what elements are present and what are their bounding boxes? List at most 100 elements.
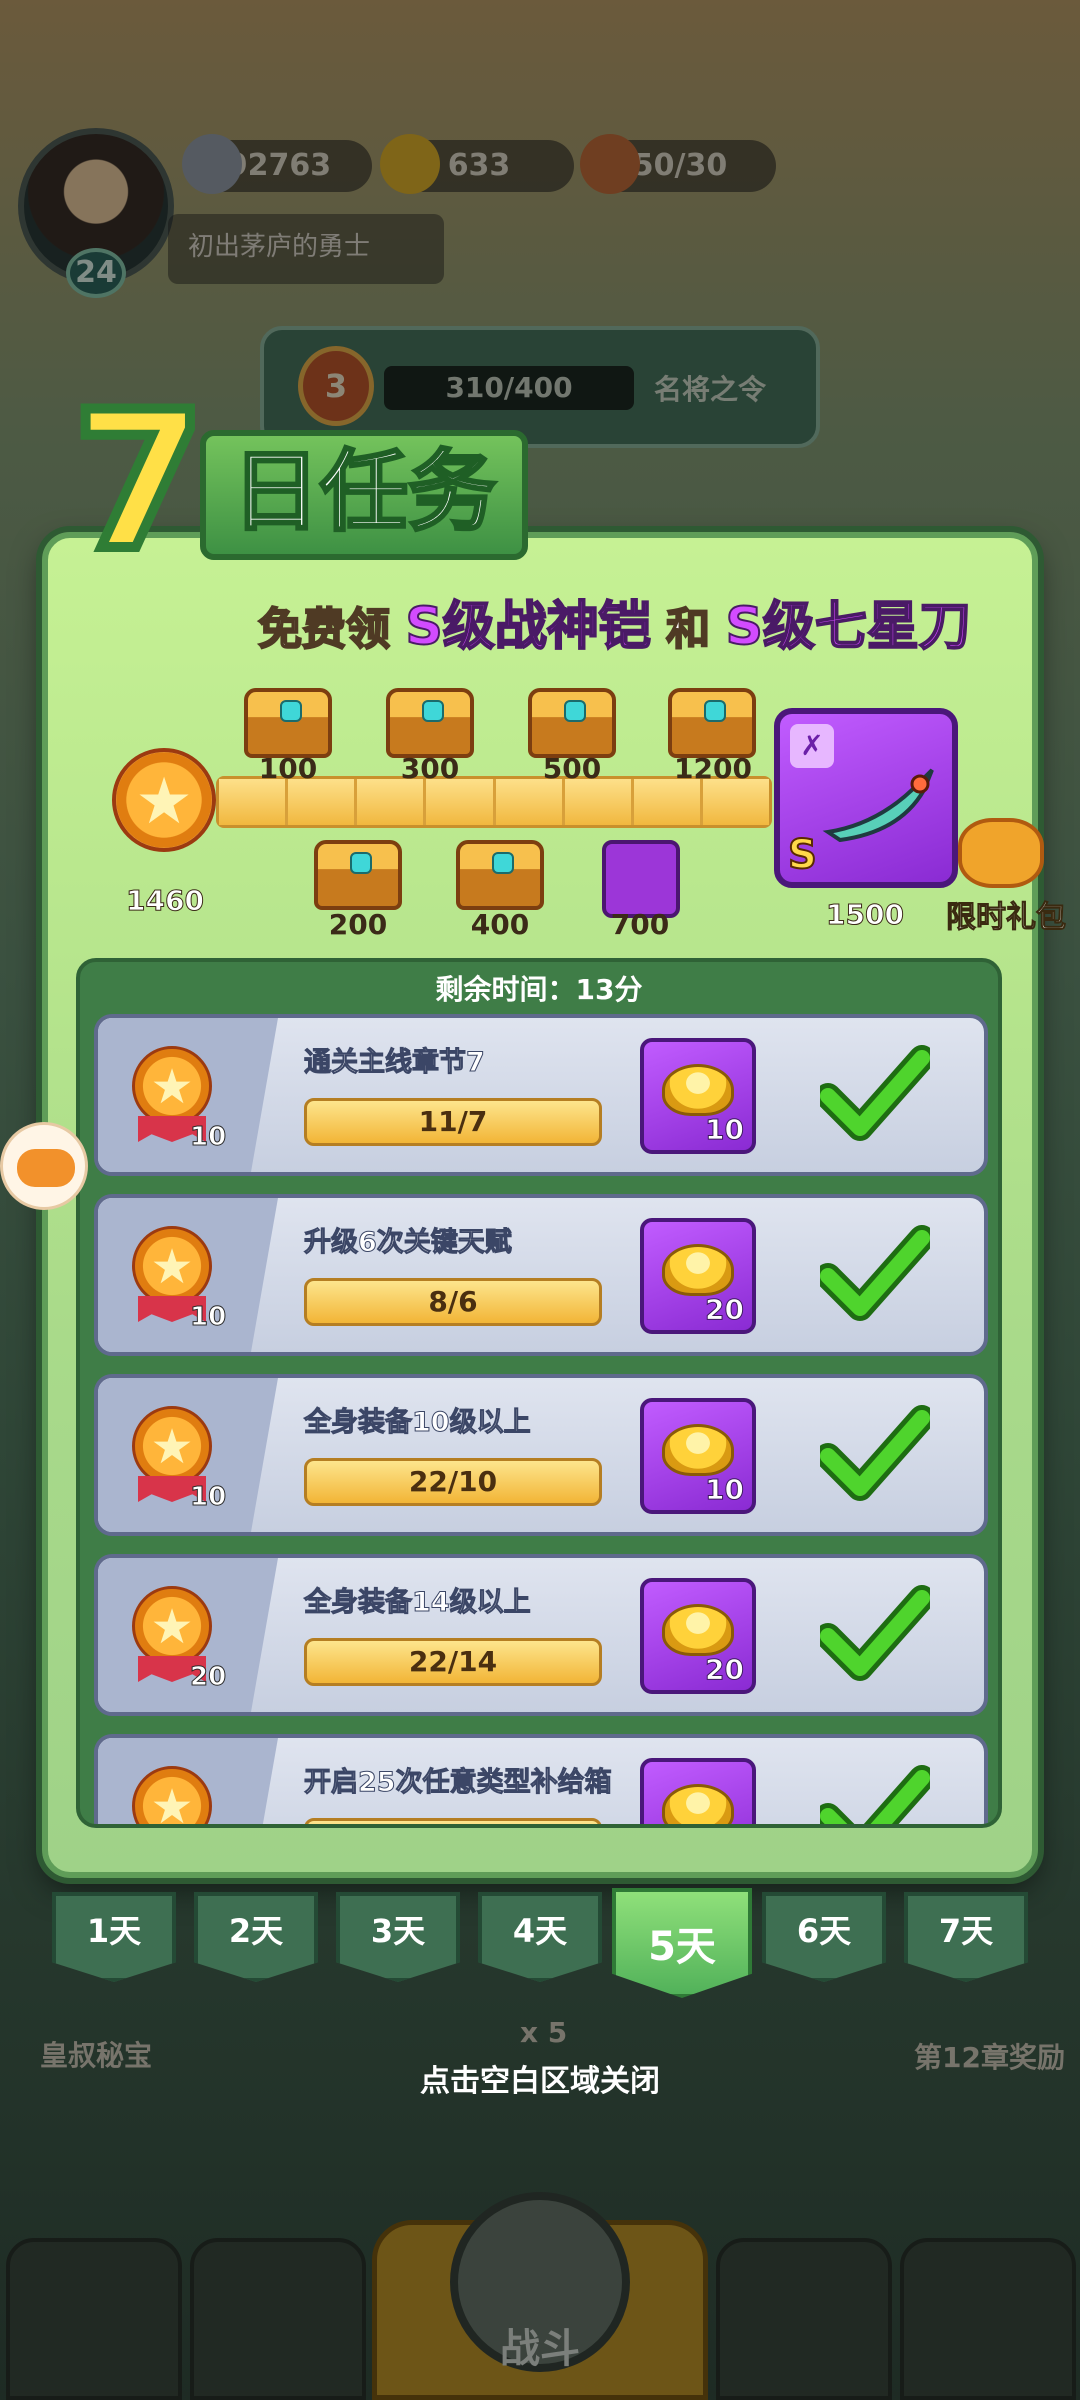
task-points: 10 xyxy=(189,1302,227,1333)
final-reward-points: 1500 xyxy=(826,898,905,932)
task-points: 20 xyxy=(189,1662,227,1693)
gold-ingot-icon xyxy=(662,1244,734,1296)
checkmark-icon xyxy=(820,1765,930,1824)
milestone-chest-icon[interactable] xyxy=(244,688,332,758)
meat-icon xyxy=(580,134,640,194)
gift-bag-icon[interactable] xyxy=(958,818,1044,888)
rank-progress: 310/400 xyxy=(384,366,634,410)
reward-amount: 10 xyxy=(705,1113,745,1147)
milestone-label: 300 xyxy=(400,752,460,785)
limited-gift-label[interactable]: 限时礼包 xyxy=(946,892,1067,936)
grade-label: S xyxy=(787,831,818,879)
gold-ingot-reward[interactable]: 10 xyxy=(640,1398,756,1514)
silver-value: 92763 xyxy=(226,148,332,183)
milestone-label: 400 xyxy=(470,908,530,941)
tab-day-7[interactable]: 7天 xyxy=(904,1892,1028,1982)
milestone-chest-icon[interactable] xyxy=(668,688,756,758)
task-progress: 22/14 xyxy=(304,1638,602,1686)
milestone-chest-icon[interactable] xyxy=(528,688,616,758)
milestone-chest-icon[interactable] xyxy=(386,688,474,758)
rank-label: 名将之令 xyxy=(654,373,767,406)
promo-free: 免费领 xyxy=(257,603,391,656)
task-row: ★ 10 升级6次关键天赋 8/6 20 xyxy=(94,1194,988,1356)
task-name: 全身装备14级以上 xyxy=(304,1587,532,1619)
milestone-label: 700 xyxy=(610,908,670,941)
task-progress: 8/6 xyxy=(304,1278,602,1326)
medal-icon: ★ xyxy=(132,1046,212,1126)
tab-day-5[interactable]: 5天 xyxy=(612,1888,752,1998)
star-icon: ★ xyxy=(135,765,193,839)
player-level-badge: 24 xyxy=(66,248,126,298)
gold-ingot-reward[interactable]: 20 xyxy=(640,1578,756,1694)
promo-item-armor: S级战神铠 xyxy=(404,596,651,658)
promo-and: 和 xyxy=(665,603,711,656)
task-points: 10 xyxy=(189,1122,227,1153)
task-name: 升级6次关键天赋 xyxy=(304,1227,513,1259)
milestone-label: 200 xyxy=(328,908,388,941)
medal-icon: ★ xyxy=(132,1406,212,1486)
promo-item-blade: S级七星刀 xyxy=(724,596,971,658)
silver-coin-icon xyxy=(182,134,242,194)
gamepad-icon[interactable] xyxy=(0,1122,88,1210)
medal-icon: ★ xyxy=(132,1586,212,1666)
gold-ingot-icon xyxy=(662,1784,734,1824)
reward-amount: 20 xyxy=(705,1653,745,1687)
gold-ingot-icon xyxy=(662,1604,734,1656)
title-number: 7 xyxy=(68,371,210,592)
milestone-chest-icon[interactable] xyxy=(456,840,544,910)
gold-value: 633 xyxy=(447,148,511,183)
nav-upgrade-button[interactable] xyxy=(900,2238,1076,2400)
gold-ingot-reward[interactable]: 20 xyxy=(640,1218,756,1334)
nav-shop-button[interactable] xyxy=(6,2238,182,2400)
checkmark-icon xyxy=(820,1585,930,1681)
task-progress xyxy=(304,1818,602,1824)
task-row: ★ 10 全身装备10级以上 22/10 10 xyxy=(94,1374,988,1536)
remaining-time: 剩余时间：13分 xyxy=(435,973,643,1006)
task-row: ★ 10 通关主线章节7 11/7 10 xyxy=(94,1014,988,1176)
nav-equipment-button[interactable] xyxy=(190,2238,366,2400)
gold-ingot-icon xyxy=(380,134,440,194)
points-medal-icon: ★ xyxy=(112,748,216,852)
rank-medal-icon: 3 xyxy=(298,346,374,426)
task-points: 10 xyxy=(189,1482,227,1513)
close-hint[interactable]: 点击空白区域关闭 xyxy=(0,2056,1080,2100)
tab-day-2[interactable]: 2天 xyxy=(194,1892,318,1982)
checkmark-icon xyxy=(820,1225,930,1321)
stamina-value: 50/30 xyxy=(632,148,728,183)
task-name: 开启25次任意类型补给箱 xyxy=(304,1767,613,1799)
task-row: ★ 开启25次任意类型补给箱 xyxy=(94,1734,988,1824)
task-list[interactable]: 剩余时间：13分 ★ 10 通关主线章节7 11/7 10 ★ 10 升级6次关… xyxy=(76,958,1002,1828)
total-points: 1460 xyxy=(126,884,205,918)
medal-icon: ★ xyxy=(132,1226,212,1306)
task-name: 全身装备10级以上 xyxy=(304,1407,532,1439)
tab-day-4[interactable]: 4天 xyxy=(478,1892,602,1982)
task-row: ★ 20 全身装备14级以上 22/14 20 xyxy=(94,1554,988,1716)
milestone-chest-icon[interactable] xyxy=(314,840,402,910)
tab-day-6[interactable]: 6天 xyxy=(762,1892,886,1982)
player-title: 初出茅庐的勇士 xyxy=(168,214,444,284)
tab-day-1[interactable]: 1天 xyxy=(52,1892,176,1982)
armor-reward-icon[interactable] xyxy=(602,840,680,918)
reward-amount: 20 xyxy=(705,1293,745,1327)
milestone-label: 100 xyxy=(258,752,318,785)
checkmark-icon xyxy=(820,1405,930,1501)
gold-ingot-icon xyxy=(662,1424,734,1476)
gold-ingot-icon xyxy=(662,1064,734,1116)
checkmark-icon xyxy=(820,1045,930,1141)
final-reward-card[interactable]: ✗ S xyxy=(774,708,958,888)
promo-line: 免费领 S级战神铠 和 S级七星刀 xyxy=(257,584,1038,658)
nav-skills-button[interactable] xyxy=(716,2238,892,2400)
blade-icon xyxy=(822,768,934,842)
reward-amount: 10 xyxy=(705,1473,745,1507)
task-progress: 22/10 xyxy=(304,1458,602,1506)
task-name: 通关主线章节7 xyxy=(304,1047,486,1079)
task-progress: 11/7 xyxy=(304,1098,602,1146)
battle-label: 战斗 xyxy=(500,2326,580,2372)
gold-ingot-reward[interactable]: 10 xyxy=(640,1038,756,1154)
milestone-label: 500 xyxy=(542,752,602,785)
medal-icon: ★ xyxy=(132,1766,212,1824)
title-banner: 日任务 xyxy=(200,430,528,560)
tab-day-3[interactable]: 3天 xyxy=(336,1892,460,1982)
gold-ingot-reward[interactable] xyxy=(640,1758,756,1824)
battle-cost: x 5 xyxy=(520,2016,568,2049)
